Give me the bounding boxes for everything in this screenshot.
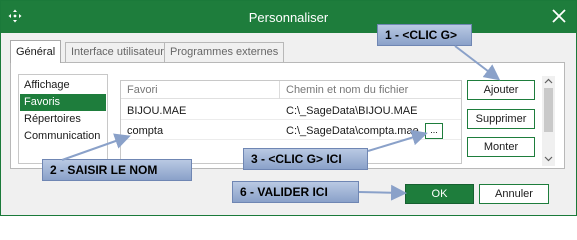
browse-button[interactable]: ... xyxy=(425,123,443,139)
title-bar[interactable]: Personnaliser xyxy=(1,1,576,33)
nav-item-favoris[interactable]: Favoris xyxy=(20,94,106,111)
category-list: Affichage Favoris Répertoires Communicat… xyxy=(18,74,108,164)
callout-step-6: 6 - VALIDER ICI xyxy=(232,181,359,203)
table-row[interactable]: compta C:\_SageData\compta.mae xyxy=(121,121,461,140)
callout-step-1: 1 - <CLIC G> xyxy=(377,24,472,46)
close-icon[interactable] xyxy=(552,9,566,23)
favorite-path[interactable]: C:\_SageData\compta.mae xyxy=(286,125,419,137)
window-title: Personnaliser xyxy=(248,10,329,25)
column-separator xyxy=(279,81,280,99)
scroll-thumb[interactable] xyxy=(544,88,553,132)
ok-button[interactable]: OK xyxy=(405,184,474,204)
tab-general[interactable]: Général xyxy=(10,40,62,63)
table-row[interactable]: BIJOU.MAE C:\_SageData\BIJOU.MAE xyxy=(121,101,461,120)
callout-step-2: 2 - SAISIR LE NOM xyxy=(42,159,192,181)
tab-programmes-externes[interactable]: Programmes externes xyxy=(164,42,285,62)
nav-item-communication[interactable]: Communication xyxy=(20,128,106,145)
nav-item-affichage[interactable]: Affichage xyxy=(20,77,106,94)
column-header-chemin[interactable]: Chemin et nom du fichier xyxy=(286,84,408,96)
scroll-up-icon[interactable] xyxy=(544,77,553,86)
add-button[interactable]: Ajouter xyxy=(467,80,535,100)
scroll-down-icon[interactable] xyxy=(544,154,553,163)
table-header: Favori Chemin et nom du fichier xyxy=(121,81,461,99)
nav-item-repertoires[interactable]: Répertoires xyxy=(20,111,106,128)
tab-interface-utilisateur[interactable]: Interface utilisateur xyxy=(65,42,170,62)
delete-button[interactable]: Supprimer xyxy=(467,109,535,129)
favorite-path[interactable]: C:\_SageData\BIJOU.MAE xyxy=(286,105,417,117)
callout-step-3: 3 - <CLIC G> ICI xyxy=(243,148,368,170)
favorite-name-input[interactable]: compta xyxy=(127,125,163,137)
cancel-button[interactable]: Annuler xyxy=(479,184,549,204)
column-header-favori[interactable]: Favori xyxy=(127,84,158,96)
move-up-button[interactable]: Monter xyxy=(467,137,535,157)
favorite-name[interactable]: BIJOU.MAE xyxy=(127,105,186,117)
